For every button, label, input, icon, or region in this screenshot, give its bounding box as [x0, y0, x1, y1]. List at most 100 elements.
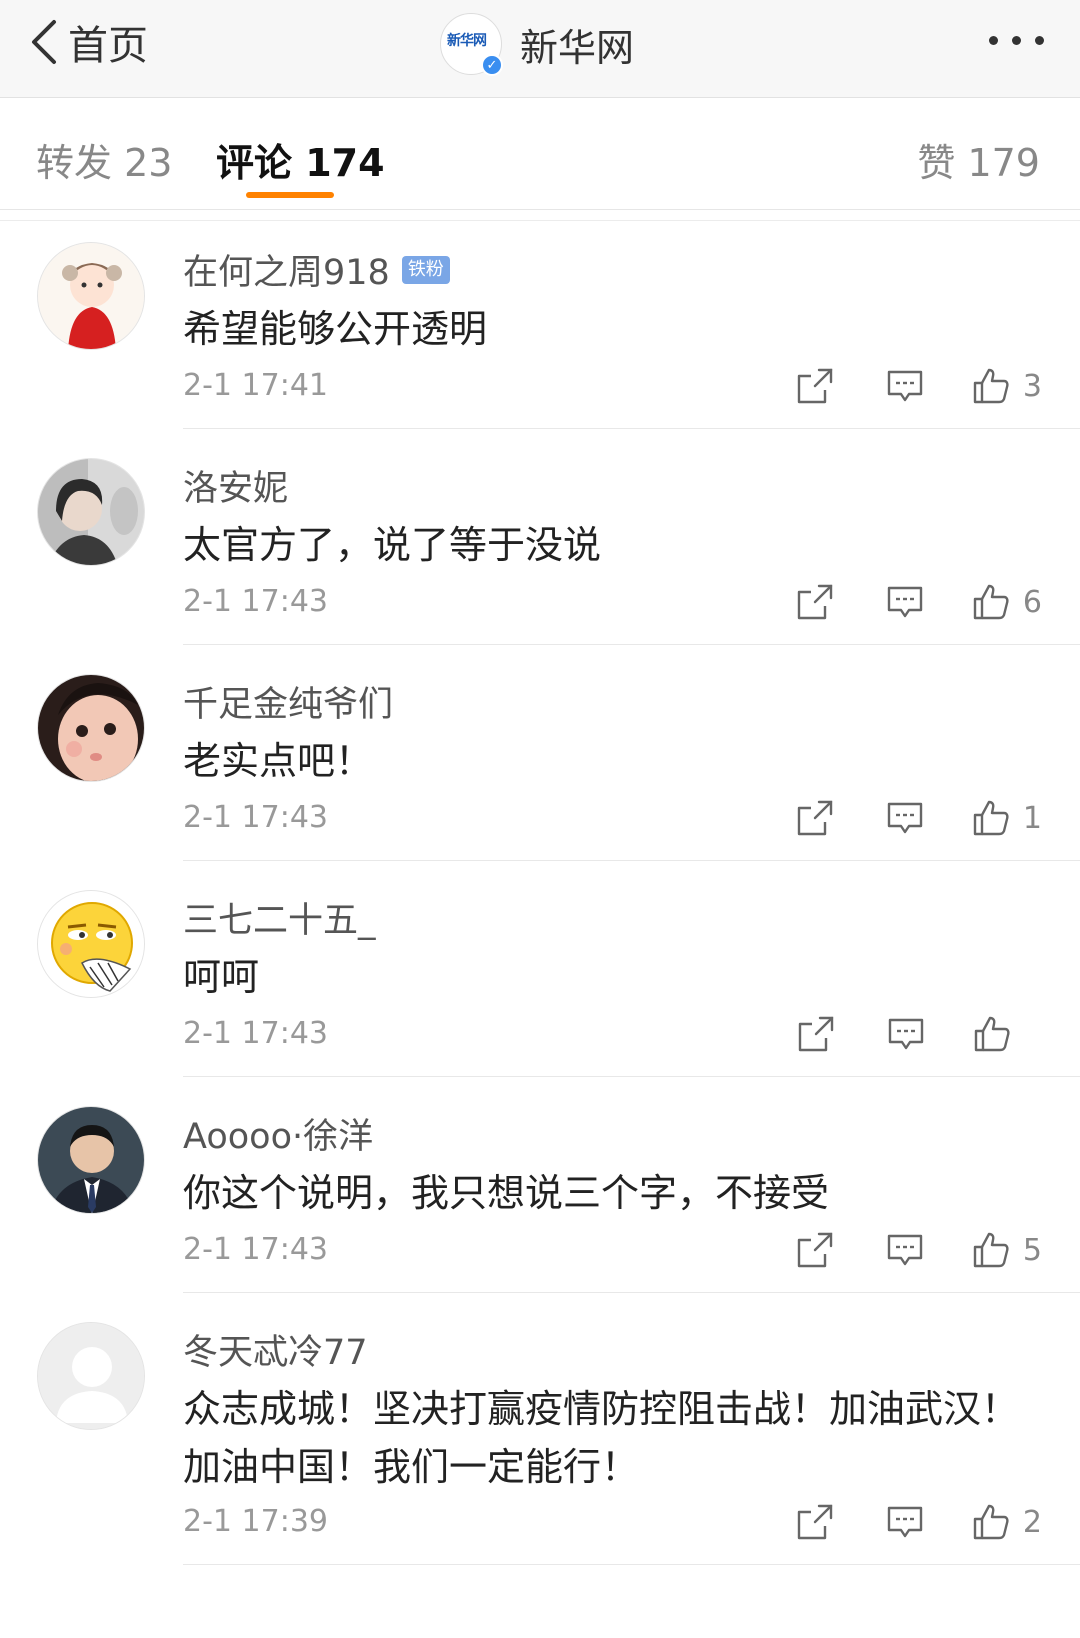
back-button[interactable]: 首页 — [28, 14, 148, 70]
woman-photo-icon — [38, 459, 144, 565]
page-title: 新华网 — [520, 25, 635, 70]
comment-divider — [183, 1076, 1080, 1077]
repost-button[interactable] — [796, 1014, 836, 1054]
like-button[interactable]: 6 — [971, 582, 1042, 622]
share-icon — [798, 1016, 834, 1052]
comment-actions: 1 — [795, 796, 1042, 840]
username-text: 洛安妮 — [183, 469, 289, 509]
emoji-face-icon — [38, 891, 144, 997]
comment-icon — [888, 1018, 924, 1050]
tab-likes[interactable]: 赞 179 — [917, 132, 1040, 187]
share-icon — [797, 368, 833, 404]
like-button[interactable]: 5 — [971, 1230, 1042, 1270]
like-button[interactable] — [972, 1014, 1042, 1054]
avatar[interactable] — [37, 674, 145, 782]
comment-item: 冬天忒冷77 众志成城！坚决打赢疫情防控阻击战！加油武汉！加油中国！我们一定能行… — [0, 1298, 1080, 1565]
comment-time: 2-1 17:43 — [183, 1232, 328, 1267]
thumbs-up-icon — [973, 584, 1009, 620]
like-count: 6 — [1022, 584, 1042, 620]
reply-button[interactable] — [886, 1014, 926, 1054]
reply-button[interactable] — [885, 798, 925, 838]
comment-time: 2-1 17:43 — [183, 1016, 328, 1051]
dot-icon — [1012, 36, 1021, 45]
comment-text: 你这个说明，我只想说三个字，不接受 — [183, 1171, 830, 1215]
repost-button[interactable] — [795, 798, 835, 838]
reply-button[interactable] — [885, 582, 925, 622]
comment-time: 2-1 17:43 — [183, 584, 328, 619]
repost-button[interactable] — [795, 366, 835, 406]
default-avatar-icon — [38, 1323, 144, 1429]
comment-time: 2-1 17:43 — [183, 800, 328, 835]
tab-comments[interactable]: 评论 174 — [216, 132, 385, 187]
nav-bar: 首页 新华网 ✓ 新华网 — [0, 0, 1080, 98]
username-text: 冬天忒冷77 — [183, 1333, 368, 1373]
comment-divider — [183, 1564, 1080, 1565]
comment-item: Aoooo·徐洋 你这个说明，我只想说三个字，不接受 2-1 17:43 5 — [0, 1082, 1080, 1293]
username-text: 千足金纯爷们 — [183, 685, 394, 725]
like-button[interactable]: 2 — [971, 1502, 1042, 1542]
like-count: 3 — [1022, 368, 1042, 404]
more-menu-icon[interactable] — [989, 36, 1044, 45]
comment-divider — [183, 860, 1080, 861]
verified-icon: ✓ — [481, 54, 503, 76]
reply-button[interactable] — [885, 1502, 925, 1542]
thumbs-up-icon — [973, 1504, 1009, 1540]
comment-icon — [887, 370, 923, 402]
comment-item: 千足金纯爷们 老实点吧！ 2-1 17:43 1 — [0, 650, 1080, 861]
tab-bar: 转发 23 评论 174 赞 179 — [0, 98, 1080, 210]
reply-button[interactable] — [885, 366, 925, 406]
back-label: 首页 — [68, 23, 148, 69]
username-text: 三七二十五_ — [183, 901, 376, 941]
comment-item: 洛安妮 太官方了，说了等于没说 2-1 17:43 6 — [0, 434, 1080, 645]
share-icon — [797, 1232, 833, 1268]
username-text: 在何之周918 — [183, 253, 390, 293]
repost-button[interactable] — [795, 1502, 835, 1542]
comment-time: 2-1 17:39 — [183, 1504, 328, 1539]
comment-username[interactable]: 在何之周918 铁粉 — [183, 244, 450, 295]
comment-icon — [887, 586, 923, 618]
share-icon — [797, 584, 833, 620]
logo-text: 新华网 — [447, 33, 487, 49]
avatar[interactable] — [37, 1322, 145, 1430]
comment-icon — [887, 1234, 923, 1266]
avatar[interactable] — [37, 458, 145, 566]
comment-actions: 5 — [795, 1228, 1042, 1272]
like-count: 2 — [1022, 1504, 1042, 1540]
repost-button[interactable] — [795, 582, 835, 622]
thumbs-up-icon — [974, 1016, 1010, 1052]
active-tab-indicator — [246, 192, 334, 198]
comment-username[interactable]: 三七二十五_ — [183, 892, 376, 943]
comment-actions: 2 — [795, 1500, 1042, 1544]
like-button[interactable]: 1 — [971, 798, 1042, 838]
avatar[interactable] — [37, 890, 145, 998]
comment-username[interactable]: 冬天忒冷77 — [183, 1324, 368, 1375]
like-button[interactable]: 3 — [971, 366, 1042, 406]
comment-text: 太官方了，说了等于没说 — [183, 523, 602, 567]
thumbs-up-icon — [973, 800, 1009, 836]
avatar[interactable] — [37, 1106, 145, 1214]
comment-divider — [183, 644, 1080, 645]
repost-button[interactable] — [795, 1230, 835, 1270]
comment-username[interactable]: 洛安妮 — [183, 460, 288, 511]
fan-badge: 铁粉 — [401, 255, 450, 284]
reply-button[interactable] — [885, 1230, 925, 1270]
comment-item: 三七二十五_ 呵呵 2-1 17:43 — [0, 866, 1080, 1077]
username-text: Aoooo·徐洋 — [183, 1117, 374, 1157]
comment-actions — [796, 1012, 1042, 1056]
share-icon — [797, 800, 833, 836]
like-count: 5 — [1022, 1232, 1042, 1268]
tab-repost[interactable]: 转发 23 — [36, 132, 172, 187]
account-header[interactable]: 新华网 ✓ 新华网 — [440, 12, 634, 76]
thumbs-up-icon — [973, 1232, 1009, 1268]
baby-photo-icon — [38, 675, 144, 781]
avatar[interactable] — [37, 242, 145, 350]
comment-item: 在何之周918 铁粉 希望能够公开透明 2-1 17:41 3 — [0, 218, 1080, 429]
comment-username[interactable]: 千足金纯爷们 — [183, 676, 393, 727]
chevron-left-icon — [32, 20, 56, 64]
comment-username[interactable]: Aoooo·徐洋 — [183, 1108, 373, 1159]
dot-icon — [1035, 36, 1044, 45]
comment-divider — [183, 1292, 1080, 1293]
comment-icon — [887, 1506, 923, 1538]
like-count: 1 — [1022, 800, 1042, 836]
share-icon — [797, 1504, 833, 1540]
